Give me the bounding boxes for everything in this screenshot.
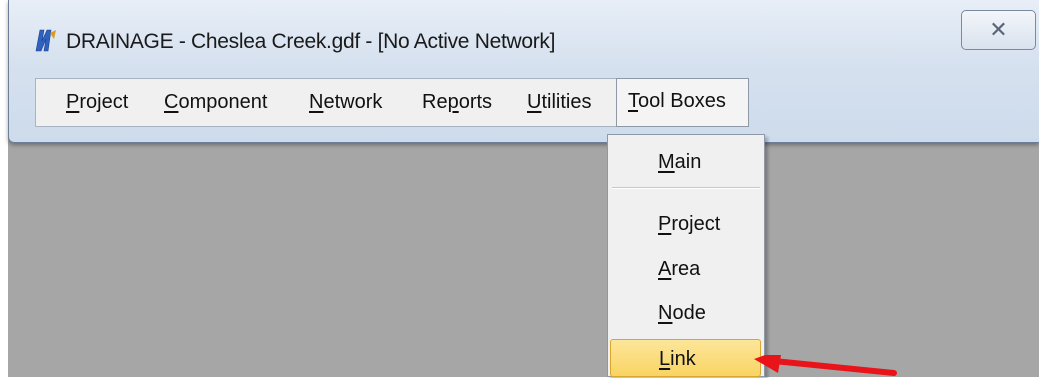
- red-arrow-icon: [754, 355, 897, 376]
- dropdown-item-project[interactable]: Project: [616, 205, 756, 243]
- app-window: DRAINAGE - Cheslea Creek.gdf - [No Activ…: [8, 0, 1039, 143]
- close-button[interactable]: ✕: [961, 10, 1036, 50]
- tool-boxes-dropdown: Main Project Area Node Link: [607, 134, 765, 377]
- window-title: DRAINAGE - Cheslea Creek.gdf - [No Activ…: [66, 30, 556, 53]
- dropdown-item-link[interactable]: Link: [610, 339, 761, 377]
- menu-tool-boxes[interactable]: Tool Boxes: [616, 78, 749, 127]
- dropdown-separator: [612, 187, 760, 189]
- menu-network[interactable]: Network: [309, 79, 382, 126]
- close-icon: ✕: [989, 17, 1008, 42]
- menu-bar: Project Component Network Reports Utilit…: [35, 78, 749, 127]
- dropdown-item-area[interactable]: Area: [616, 250, 756, 288]
- menu-utilities[interactable]: Utilities: [527, 79, 591, 126]
- menu-component[interactable]: Component: [164, 79, 267, 126]
- dropdown-item-node[interactable]: Node: [616, 294, 756, 332]
- drainage-app-icon: [35, 29, 56, 52]
- title-bar: DRAINAGE - Cheslea Creek.gdf - [No Activ…: [9, 0, 1039, 75]
- menu-project[interactable]: Project: [66, 79, 128, 126]
- dropdown-item-main[interactable]: Main: [616, 143, 756, 181]
- menu-reports[interactable]: Reports: [422, 79, 492, 126]
